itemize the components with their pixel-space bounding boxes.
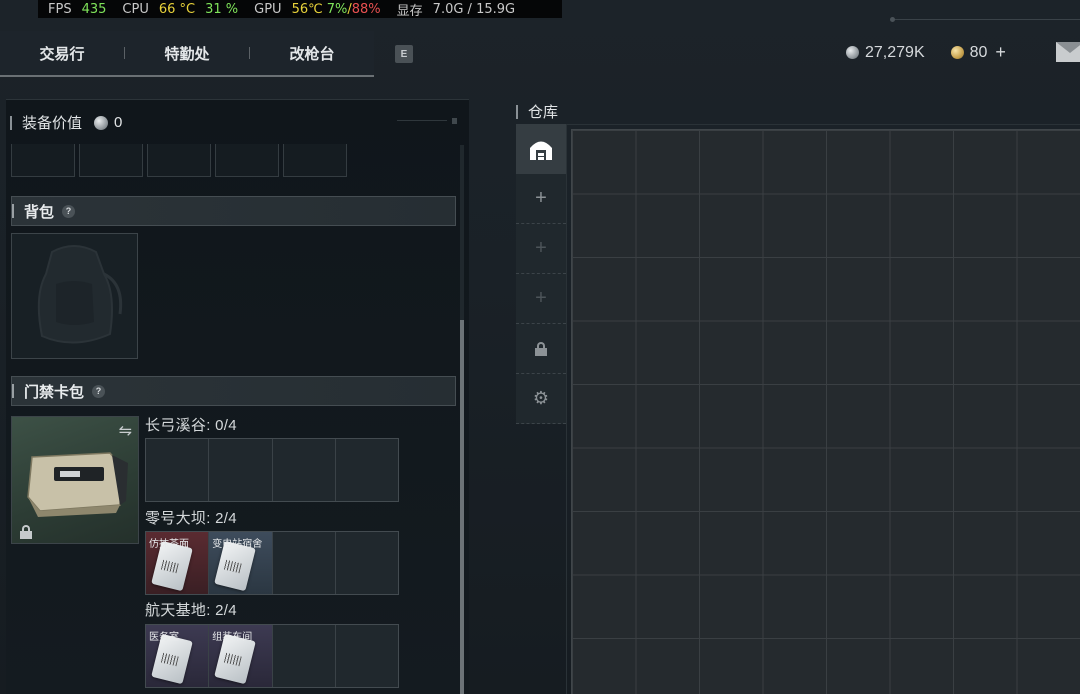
cpu-label: CPU <box>122 1 149 17</box>
keycard-slot[interactable] <box>335 532 398 594</box>
header-bar <box>12 384 14 398</box>
silver-coin-icon <box>94 115 109 130</box>
keycard-slot[interactable] <box>146 439 210 501</box>
gold-coin-icon <box>950 46 964 59</box>
warehouse-header: 仓库 <box>516 101 558 122</box>
lock-icon <box>535 341 547 356</box>
keycard-header: 门禁卡包 ? <box>11 376 456 406</box>
warehouse-grid[interactable] <box>571 129 1080 694</box>
fps-label: FPS <box>48 1 72 17</box>
keycard-item[interactable]: 仿抹茶面 <box>146 532 210 594</box>
add-currency-button[interactable]: + <box>995 42 1006 63</box>
map-title: 长弓溪谷: 0/4 <box>145 417 237 434</box>
gear-icon: ⚙ <box>532 388 550 408</box>
loadout-panel: 装备价值 0 背包 ? 门禁卡包 ? ⇋ 长弓溪谷: 0/4 零号大坝: 2/4… <box>6 99 469 694</box>
backpack-label: 背包 <box>24 203 55 221</box>
gpu-mem: 88% <box>351 1 381 17</box>
warehouse-title: 仓库 <box>528 104 559 121</box>
warehouse-tab-main[interactable] <box>516 124 566 174</box>
keycard-name: 医务室 <box>149 632 179 643</box>
silver-coin-icon <box>846 46 859 59</box>
scrollbar-thumb[interactable] <box>460 320 464 694</box>
top-nav: 交易行 特勤处 改枪台 <box>0 31 374 77</box>
keycard-item[interactable]: 变电站宿舍 <box>209 532 273 594</box>
equipment-slot[interactable] <box>283 144 347 177</box>
keycard-row: 仿抹茶面 变电站宿舍 <box>145 531 399 595</box>
gold-group: 80 + <box>950 42 1006 63</box>
keycard-name: 仿抹茶面 <box>149 539 189 550</box>
keycard-slot[interactable] <box>209 439 273 501</box>
equipment-value-label: 装备价值 <box>22 115 83 132</box>
fps-value: 435 <box>81 1 107 17</box>
plus-icon: + <box>535 237 547 259</box>
keycard-case-slot[interactable]: ⇋ <box>11 416 139 544</box>
keycard-label: 门禁卡包 <box>24 383 85 401</box>
equipment-slot[interactable] <box>11 144 75 177</box>
backpack-silhouette-icon <box>37 245 123 344</box>
header-bar <box>12 204 14 218</box>
warehouse-icon <box>530 141 552 160</box>
swap-icon[interactable]: ⇋ <box>119 421 132 441</box>
tab-special-ops[interactable]: 特勤处 <box>125 43 249 64</box>
gpu-usage: 7% <box>326 1 348 17</box>
keycard-slot[interactable] <box>272 532 336 594</box>
header-bar <box>10 115 12 130</box>
cpu-temp: 66 °C <box>158 1 196 17</box>
vram-label: 显存 <box>396 3 423 19</box>
warehouse-settings-button[interactable]: ⚙ <box>516 374 566 424</box>
plus-icon: + <box>535 187 547 209</box>
tab-trading[interactable]: 交易行 <box>0 43 124 64</box>
gold-amount: 80 <box>969 43 988 61</box>
warehouse-tabs: + + + ⚙ <box>516 124 566 424</box>
keycard-name: 变电站宿舍 <box>212 539 263 550</box>
mail-icon[interactable] <box>1056 42 1080 62</box>
panel-decoration <box>397 118 457 124</box>
equipment-slot[interactable] <box>79 144 143 177</box>
tab-gunsmith[interactable]: 改枪台 <box>250 43 374 64</box>
equipment-value-amount: 0 <box>114 114 123 131</box>
keycard-item[interactable]: 组装车间 <box>209 625 273 687</box>
help-icon[interactable]: ? <box>62 204 76 218</box>
equipment-value-header: 装备价值 0 <box>10 112 122 133</box>
cpu-usage: 31 % <box>205 1 239 17</box>
keycard-slot[interactable] <box>335 625 398 687</box>
backpack-header: 背包 ? <box>11 196 456 226</box>
map-title: 零号大坝: 2/4 <box>145 510 237 527</box>
add-warehouse-tab-button[interactable]: + <box>516 274 566 324</box>
keycard-row: 医务室 组装车间 <box>145 624 399 688</box>
top-decoration-line <box>890 17 1080 22</box>
gpu-usage-group: 7%/88% <box>327 2 381 17</box>
plus-icon: + <box>535 287 547 309</box>
keycard-slot[interactable] <box>272 439 336 501</box>
currency-bar: 27,279K 80 + <box>846 42 1006 63</box>
key-hint-e[interactable]: E <box>395 45 413 63</box>
vram-value: 7.0G / 15.9G <box>432 1 516 17</box>
equipment-slots <box>11 144 347 177</box>
add-warehouse-tab-button[interactable]: + <box>516 174 566 224</box>
equipment-slot[interactable] <box>215 144 279 177</box>
keycard-slot[interactable] <box>335 439 398 501</box>
help-icon[interactable]: ? <box>92 384 106 398</box>
keycard-slot[interactable] <box>272 625 336 687</box>
equipment-slot[interactable] <box>147 144 211 177</box>
add-warehouse-tab-button[interactable]: + <box>516 224 566 274</box>
header-bar <box>516 104 518 119</box>
performance-overlay: FPS 435 CPU 66 °C 31 % GPU 56℃ 7%/88% 显存… <box>38 0 562 19</box>
silver-amount: 27,279K <box>865 43 925 61</box>
locked-warehouse-tab[interactable] <box>516 324 566 374</box>
backpack-slot[interactable] <box>11 233 138 359</box>
map-title: 航天基地: 2/4 <box>145 602 237 619</box>
gpu-temp: 56℃ <box>291 1 323 17</box>
keycard-item[interactable]: 医务室 <box>146 625 210 687</box>
keycard-row <box>145 438 399 502</box>
lock-icon <box>20 525 32 539</box>
keycard-name: 组装车间 <box>212 632 253 643</box>
gpu-label: GPU <box>254 1 282 17</box>
